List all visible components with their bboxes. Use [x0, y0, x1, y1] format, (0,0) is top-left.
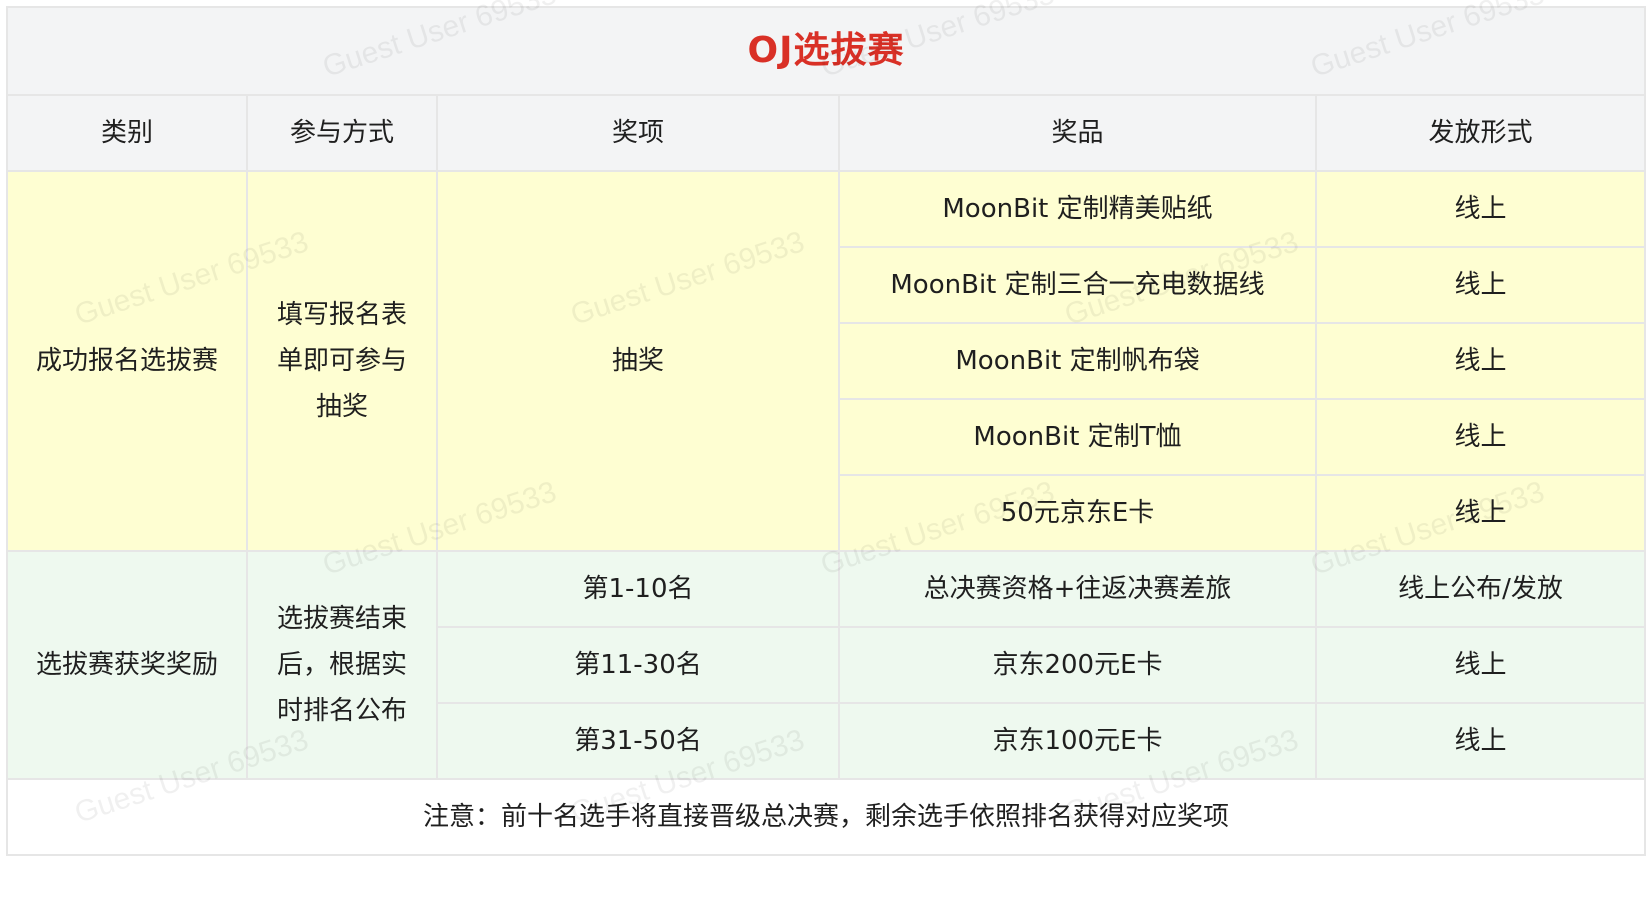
delivery-cell: 线上公布/发放 — [1315, 550, 1646, 628]
prize-cell: 京东200元E卡 — [838, 626, 1317, 704]
section2-method: 选拔赛结束后，根据实时排名公布 — [246, 550, 438, 780]
table-title: OJ选拔赛 — [6, 6, 1646, 96]
delivery-cell: 线上 — [1315, 702, 1646, 780]
header-category: 类别 — [6, 94, 248, 172]
section1-award: 抽奖 — [436, 170, 840, 552]
delivery-cell: 线上 — [1315, 626, 1646, 704]
table-row: 选拔赛获奖奖励 选拔赛结束后，根据实时排名公布 第1-10名 总决赛资格+往返决… — [6, 550, 1646, 780]
title-row: OJ选拔赛 — [6, 6, 1646, 96]
header-prize: 奖品 — [838, 94, 1317, 172]
award-cell: 第1-10名 — [436, 550, 840, 628]
delivery-cell: 线上 — [1315, 398, 1646, 476]
header-method: 参与方式 — [246, 94, 438, 172]
prize-cell: 总决赛资格+往返决赛差旅 — [838, 550, 1317, 628]
delivery-cell: 线上 — [1315, 170, 1646, 248]
prize-cell: 京东100元E卡 — [838, 702, 1317, 780]
section1-category: 成功报名选拔赛 — [6, 170, 248, 552]
award-cell: 第11-30名 — [436, 626, 840, 704]
prize-cell: MoonBit 定制帆布袋 — [838, 322, 1317, 400]
prize-cell: 50元京东E卡 — [838, 474, 1317, 552]
delivery-cell: 线上 — [1315, 474, 1646, 552]
note-text: 注意：前十名选手将直接晋级总决赛，剩余选手依照排名获得对应奖项 — [6, 778, 1646, 856]
delivery-cell: 线上 — [1315, 246, 1646, 324]
delivery-cell: 线上 — [1315, 322, 1646, 400]
section1-method: 填写报名表单即可参与抽奖 — [246, 170, 438, 552]
award-cell: 第31-50名 — [436, 702, 840, 780]
note-row: 注意：前十名选手将直接晋级总决赛，剩余选手依照排名获得对应奖项 — [6, 778, 1646, 856]
prize-cell: MoonBit 定制精美贴纸 — [838, 170, 1317, 248]
prize-cell: MoonBit 定制三合一充电数据线 — [838, 246, 1317, 324]
table-row: 成功报名选拔赛 填写报名表单即可参与抽奖 抽奖 MoonBit 定制精美贴纸 线… — [6, 170, 1646, 552]
prize-table: OJ选拔赛 类别 参与方式 奖项 奖品 发放形式 成功报名选拔赛 填写报名表单即… — [6, 6, 1646, 856]
prize-table-container: OJ选拔赛 类别 参与方式 奖项 奖品 发放形式 成功报名选拔赛 填写报名表单即… — [6, 6, 1646, 898]
header-award: 奖项 — [436, 94, 840, 172]
header-row: 类别 参与方式 奖项 奖品 发放形式 — [6, 94, 1646, 172]
header-delivery: 发放形式 — [1315, 94, 1646, 172]
section2-category: 选拔赛获奖奖励 — [6, 550, 248, 780]
prize-cell: MoonBit 定制T恤 — [838, 398, 1317, 476]
